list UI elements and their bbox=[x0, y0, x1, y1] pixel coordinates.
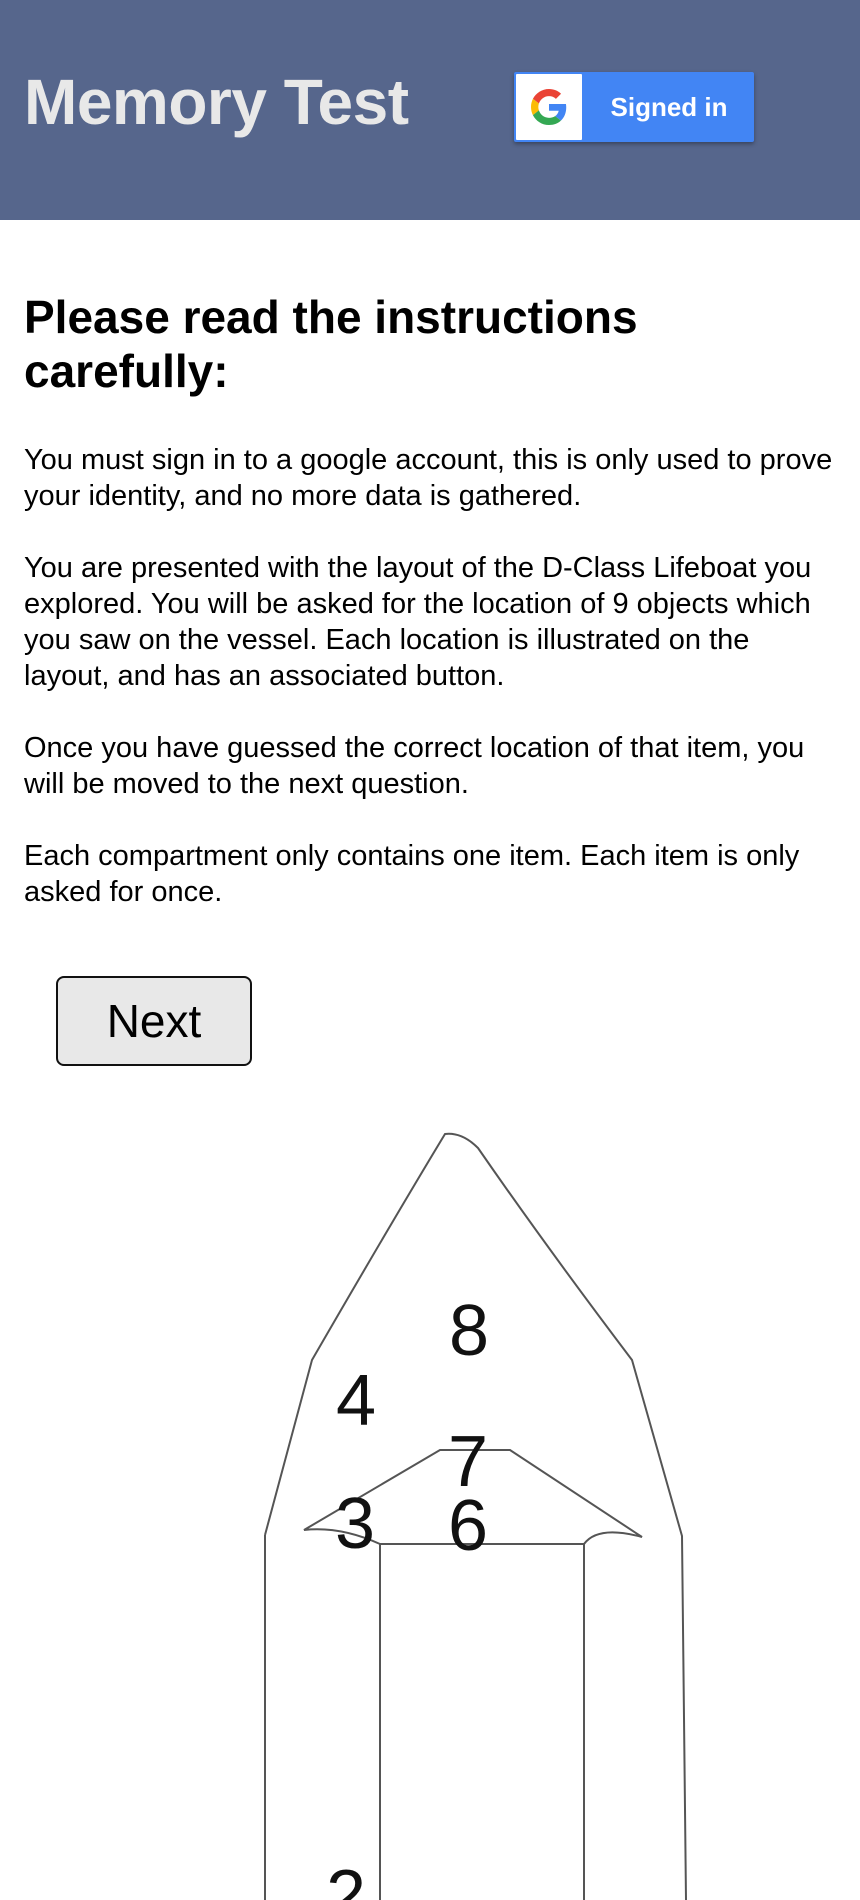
instruction-paragraph: Each compartment only contains one item.… bbox=[24, 840, 800, 908]
signin-status-label: Signed in bbox=[610, 92, 728, 122]
google-icon-container bbox=[516, 74, 582, 140]
compartment-label[interactable]: 6 bbox=[448, 1486, 488, 1566]
compartment-label[interactable]: 4 bbox=[336, 1361, 376, 1441]
header-bar: Memory Test Signed in bbox=[0, 0, 860, 220]
compartment-label[interactable]: 3 bbox=[335, 1484, 375, 1564]
instruction-paragraph: You must sign in to a google account, th… bbox=[24, 444, 833, 512]
lifeboat-layout: 8 4 7 3 6 2 bbox=[264, 1132, 687, 1900]
app-title: Memory Test bbox=[24, 66, 409, 138]
compartment-label[interactable]: 8 bbox=[449, 1291, 489, 1371]
instruction-paragraph: You are presented with the layout of the… bbox=[24, 552, 812, 692]
google-g-icon bbox=[531, 89, 567, 125]
instruction-paragraph: Once you have guessed the correct locati… bbox=[24, 732, 805, 800]
next-button[interactable]: Next bbox=[56, 976, 252, 1066]
instructions-heading: Please read the instructions carefully: bbox=[24, 291, 638, 397]
google-signin-button[interactable]: Signed in bbox=[514, 72, 754, 142]
instructions-section: Please read the instructions carefully: … bbox=[24, 290, 836, 946]
compartment-label[interactable]: 2 bbox=[326, 1856, 366, 1900]
